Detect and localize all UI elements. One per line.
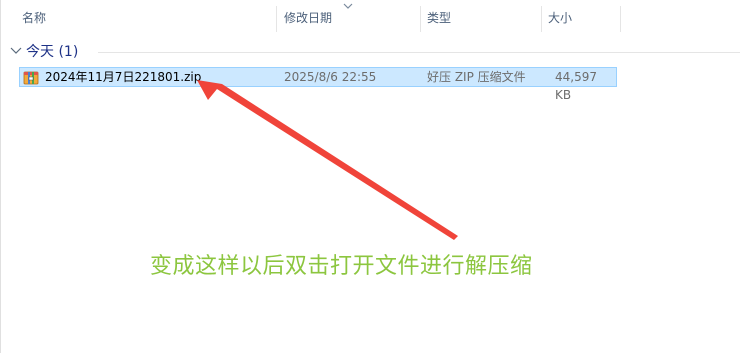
file-modified-date: 2025/8/6 22:55 xyxy=(284,70,377,84)
file-row[interactable]: 2024年11月7日221801.zip 2025/8/6 22:55 好压 Z… xyxy=(19,67,617,102)
column-header-size[interactable]: 大小 xyxy=(542,0,620,34)
file-name: 2024年11月7日221801.zip xyxy=(45,70,202,84)
column-header-type-label: 类型 xyxy=(427,11,452,25)
column-divider[interactable] xyxy=(276,6,277,32)
file-size: 44,597 KB xyxy=(555,70,597,102)
column-divider[interactable] xyxy=(620,6,621,32)
chevron-down-icon[interactable] xyxy=(10,46,22,56)
pane-left-border xyxy=(0,0,1,353)
group-header-today[interactable]: 今天 (1) xyxy=(10,42,740,62)
zip-archive-icon xyxy=(23,71,39,85)
annotation-instruction-text: 变成这样以后双击打开文件进行解压缩 xyxy=(150,254,533,279)
group-label: 今天 (1) xyxy=(26,44,79,60)
column-header-size-label: 大小 xyxy=(548,11,573,25)
column-header-type[interactable]: 类型 xyxy=(421,0,541,34)
column-header-date-label: 修改日期 xyxy=(284,11,333,25)
group-divider xyxy=(98,52,740,53)
chevron-down-icon xyxy=(343,3,353,9)
column-header-name[interactable]: 名称 xyxy=(16,0,276,34)
column-header-name-label: 名称 xyxy=(22,11,47,25)
file-type: 好压 ZIP 压缩文件 xyxy=(427,70,526,84)
column-header-bar: 名称 修改日期 类型 大小 xyxy=(0,0,749,34)
